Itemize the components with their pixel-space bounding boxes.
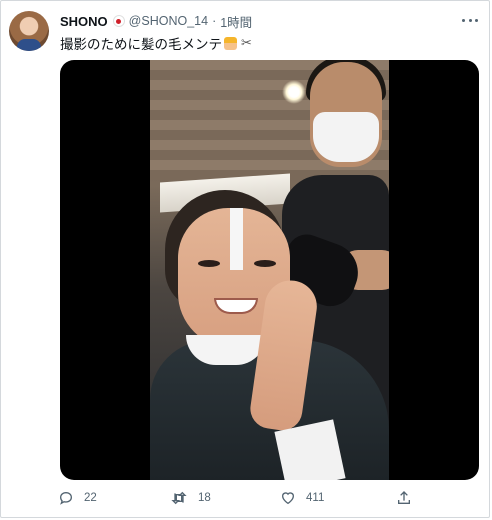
share-button[interactable] xyxy=(396,490,412,506)
timestamp[interactable]: 1時間 xyxy=(220,12,252,31)
video-player[interactable] xyxy=(60,60,479,480)
reply-button[interactable]: 22 xyxy=(58,490,97,506)
reply-icon xyxy=(59,491,73,505)
heart-icon xyxy=(281,492,295,505)
scissors-icon: ✂ xyxy=(241,35,252,50)
video-frame[interactable] xyxy=(150,60,389,480)
retweet-count: 18 xyxy=(198,492,211,504)
avatar[interactable] xyxy=(9,11,49,51)
retweet-icon xyxy=(171,491,187,505)
tweet-body-text: 撮影のために髪の毛メンテ xyxy=(60,37,222,52)
share-icon xyxy=(398,491,410,504)
tweet-actions: 22 18 411 xyxy=(58,488,418,508)
like-count: 411 xyxy=(306,492,325,504)
retweet-button[interactable]: 18 xyxy=(170,490,211,506)
tweet-text: 撮影のために髪の毛メンテ ✂ xyxy=(60,33,252,53)
more-options-icon[interactable] xyxy=(462,14,478,26)
separator: · xyxy=(212,14,217,28)
reply-count: 22 xyxy=(84,492,97,504)
author-handle[interactable]: @SHONO_14 xyxy=(129,14,208,28)
hairdresser-icon xyxy=(224,36,237,50)
japan-flag-icon xyxy=(112,15,125,27)
tweet-header: SHONO @SHONO_14 · 1時間 xyxy=(60,12,252,30)
author-name[interactable]: SHONO xyxy=(60,14,108,29)
like-button[interactable]: 411 xyxy=(280,490,324,506)
